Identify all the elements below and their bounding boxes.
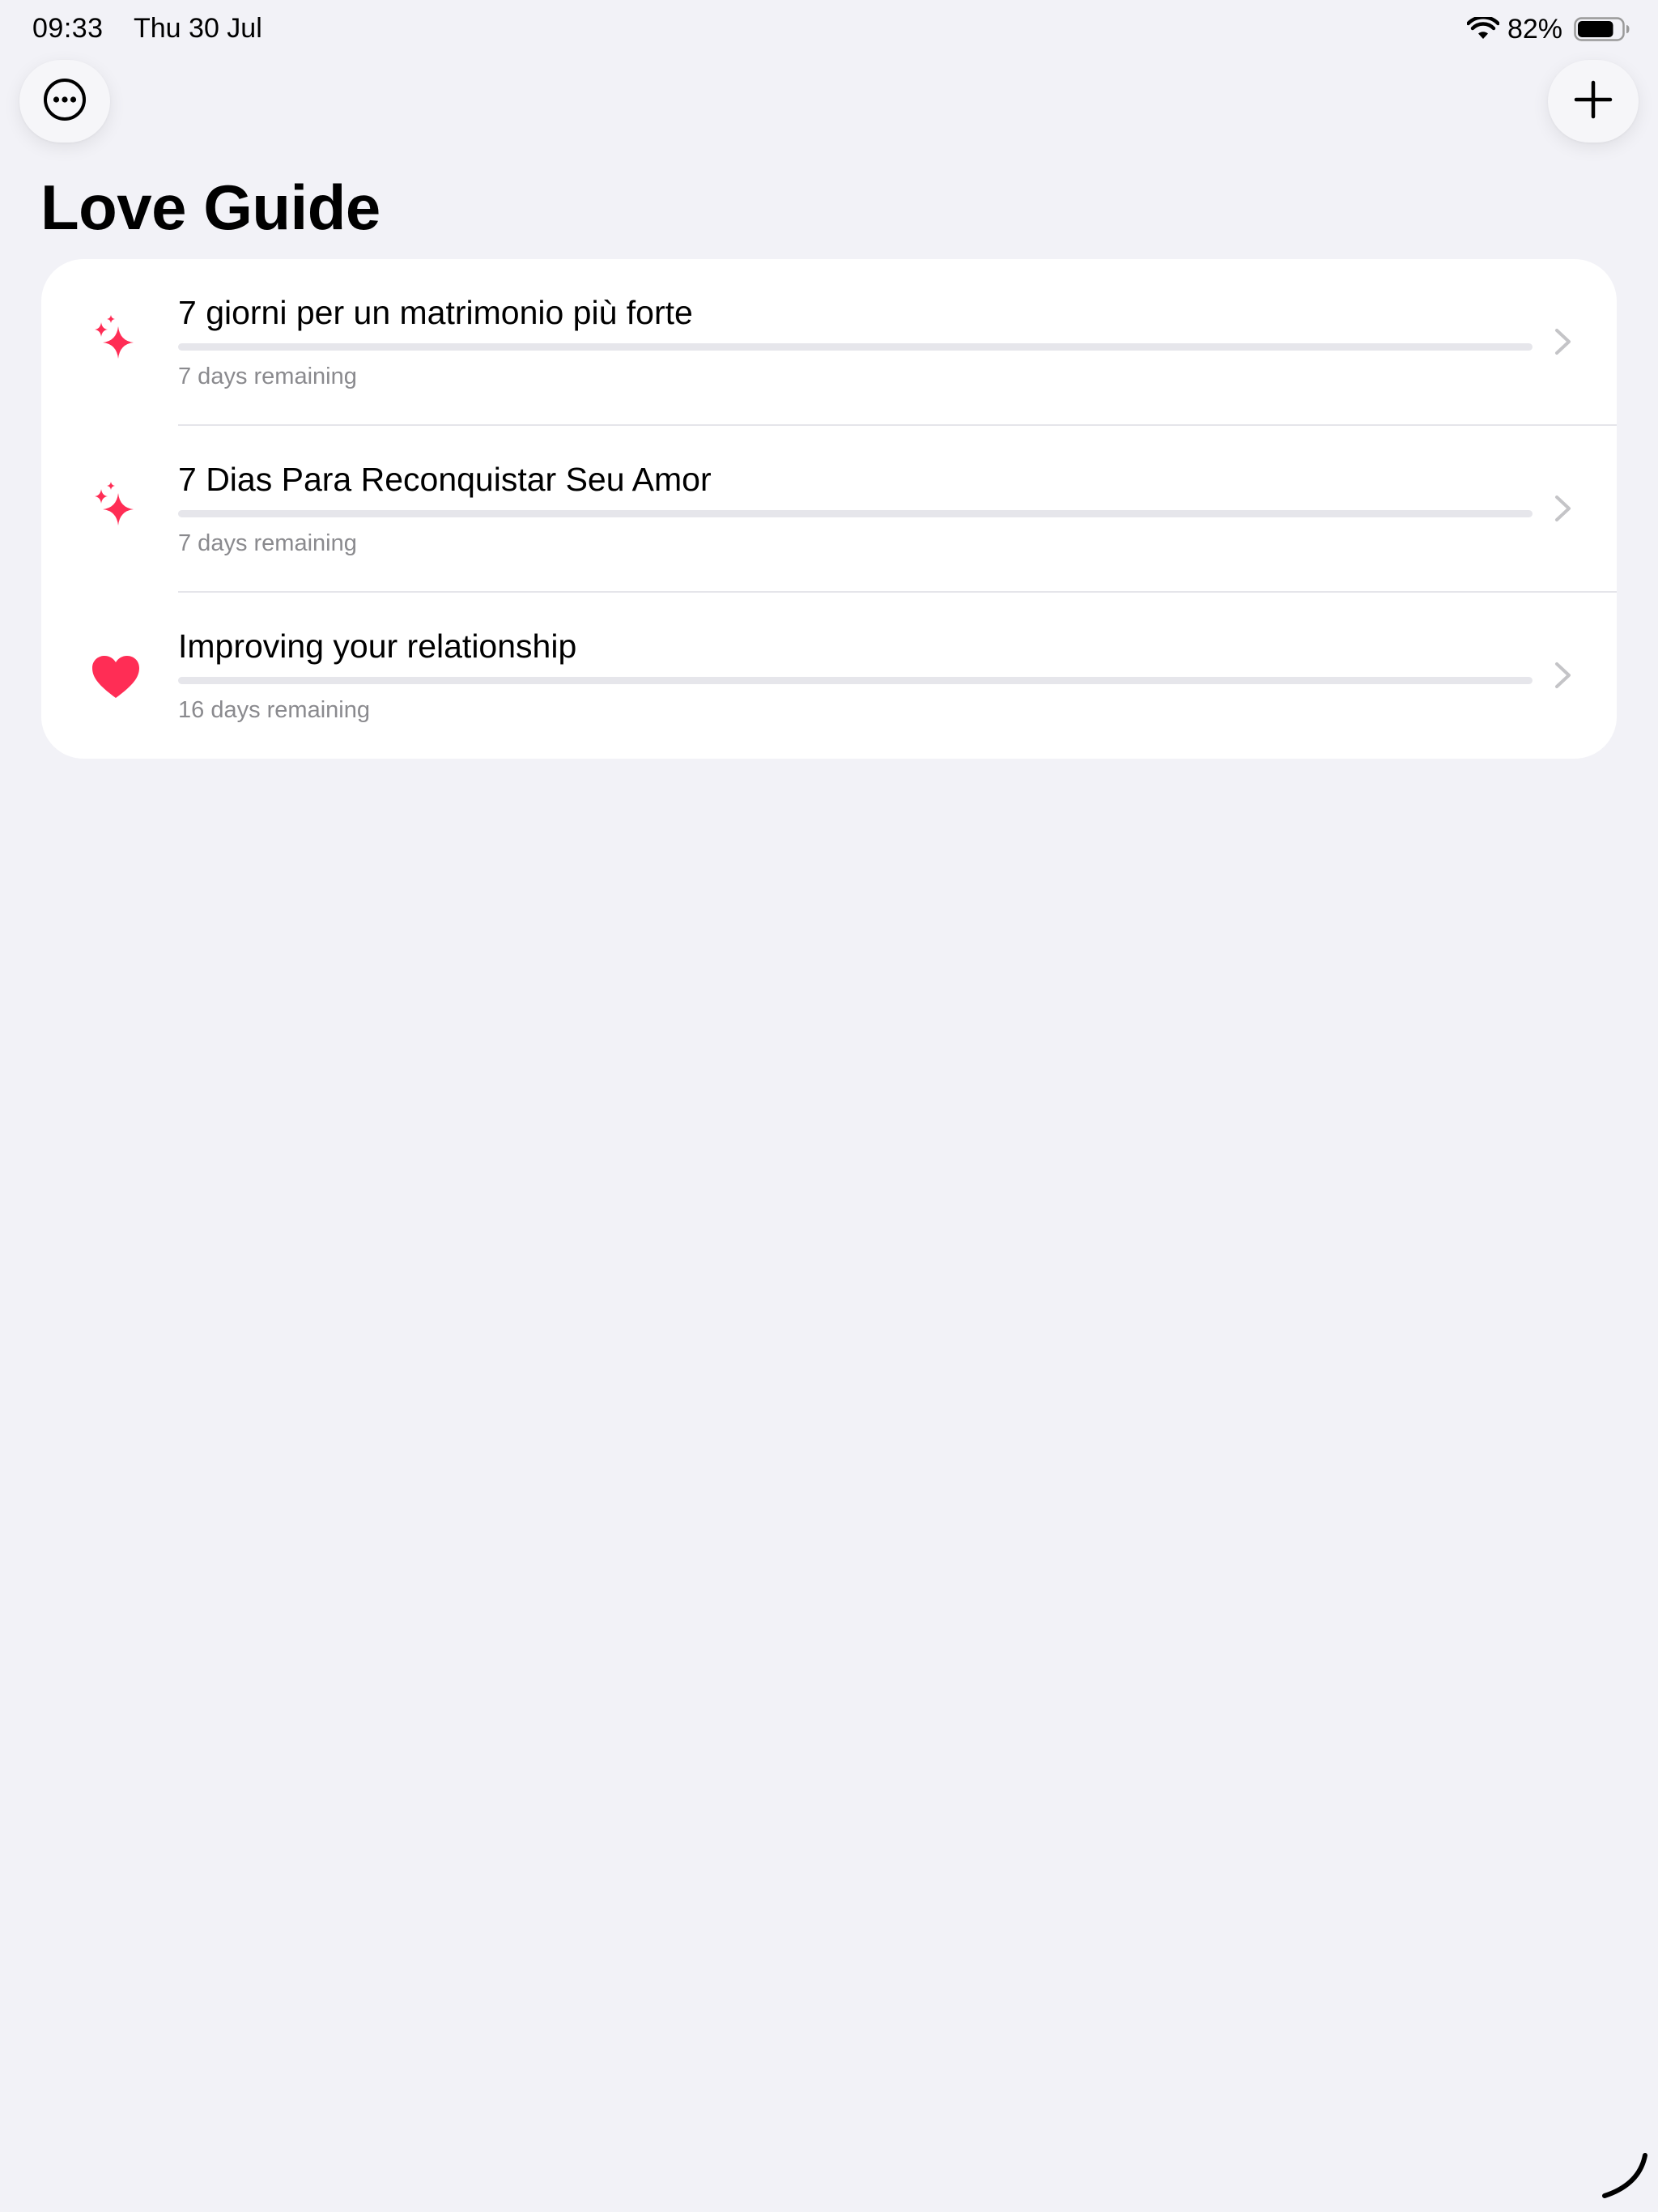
status-indicators: 82% [1466, 11, 1630, 47]
heart-icon [90, 653, 142, 704]
days-remaining: 16 days remaining [178, 697, 370, 723]
status-date: Thu 30 Jul [134, 13, 262, 44]
guide-row[interactable]: 7 giorni per un matrimonio più forte 7 d… [41, 259, 1617, 426]
battery-percentage: 82% [1507, 13, 1562, 45]
guide-title: Improving your relationship [178, 627, 577, 665]
status-bar: 09:33 Thu 30 Jul 82% [0, 0, 1658, 58]
more-options-button[interactable] [19, 60, 110, 143]
page-title: Love Guide [40, 172, 380, 243]
guide-row[interactable]: 7 Dias Para Reconquistar Seu Amor 7 days… [41, 426, 1617, 593]
sparkles-icon [90, 315, 142, 367]
chevron-right-icon [1554, 492, 1573, 525]
guide-row[interactable]: Improving your relationship 16 days rema… [41, 593, 1617, 759]
corner-resize-handle [1595, 2149, 1652, 2206]
add-guide-button[interactable] [1548, 60, 1639, 143]
sparkles-icon [90, 482, 142, 534]
guide-list: 7 giorni per un matrimonio più forte 7 d… [41, 259, 1617, 759]
progress-bar [178, 343, 1533, 351]
battery-icon [1574, 16, 1630, 42]
guide-title: 7 giorni per un matrimonio più forte [178, 294, 693, 331]
plus-icon [1573, 79, 1613, 124]
days-remaining: 7 days remaining [178, 364, 357, 389]
ellipsis-circle-icon [42, 77, 87, 126]
chevron-right-icon [1554, 325, 1573, 358]
days-remaining: 7 days remaining [178, 530, 357, 556]
wifi-icon [1466, 17, 1499, 41]
chevron-right-icon [1554, 659, 1573, 691]
guide-title: 7 Dias Para Reconquistar Seu Amor [178, 461, 712, 498]
progress-bar [178, 510, 1533, 517]
status-time: 09:33 [32, 13, 104, 44]
progress-bar [178, 677, 1533, 684]
